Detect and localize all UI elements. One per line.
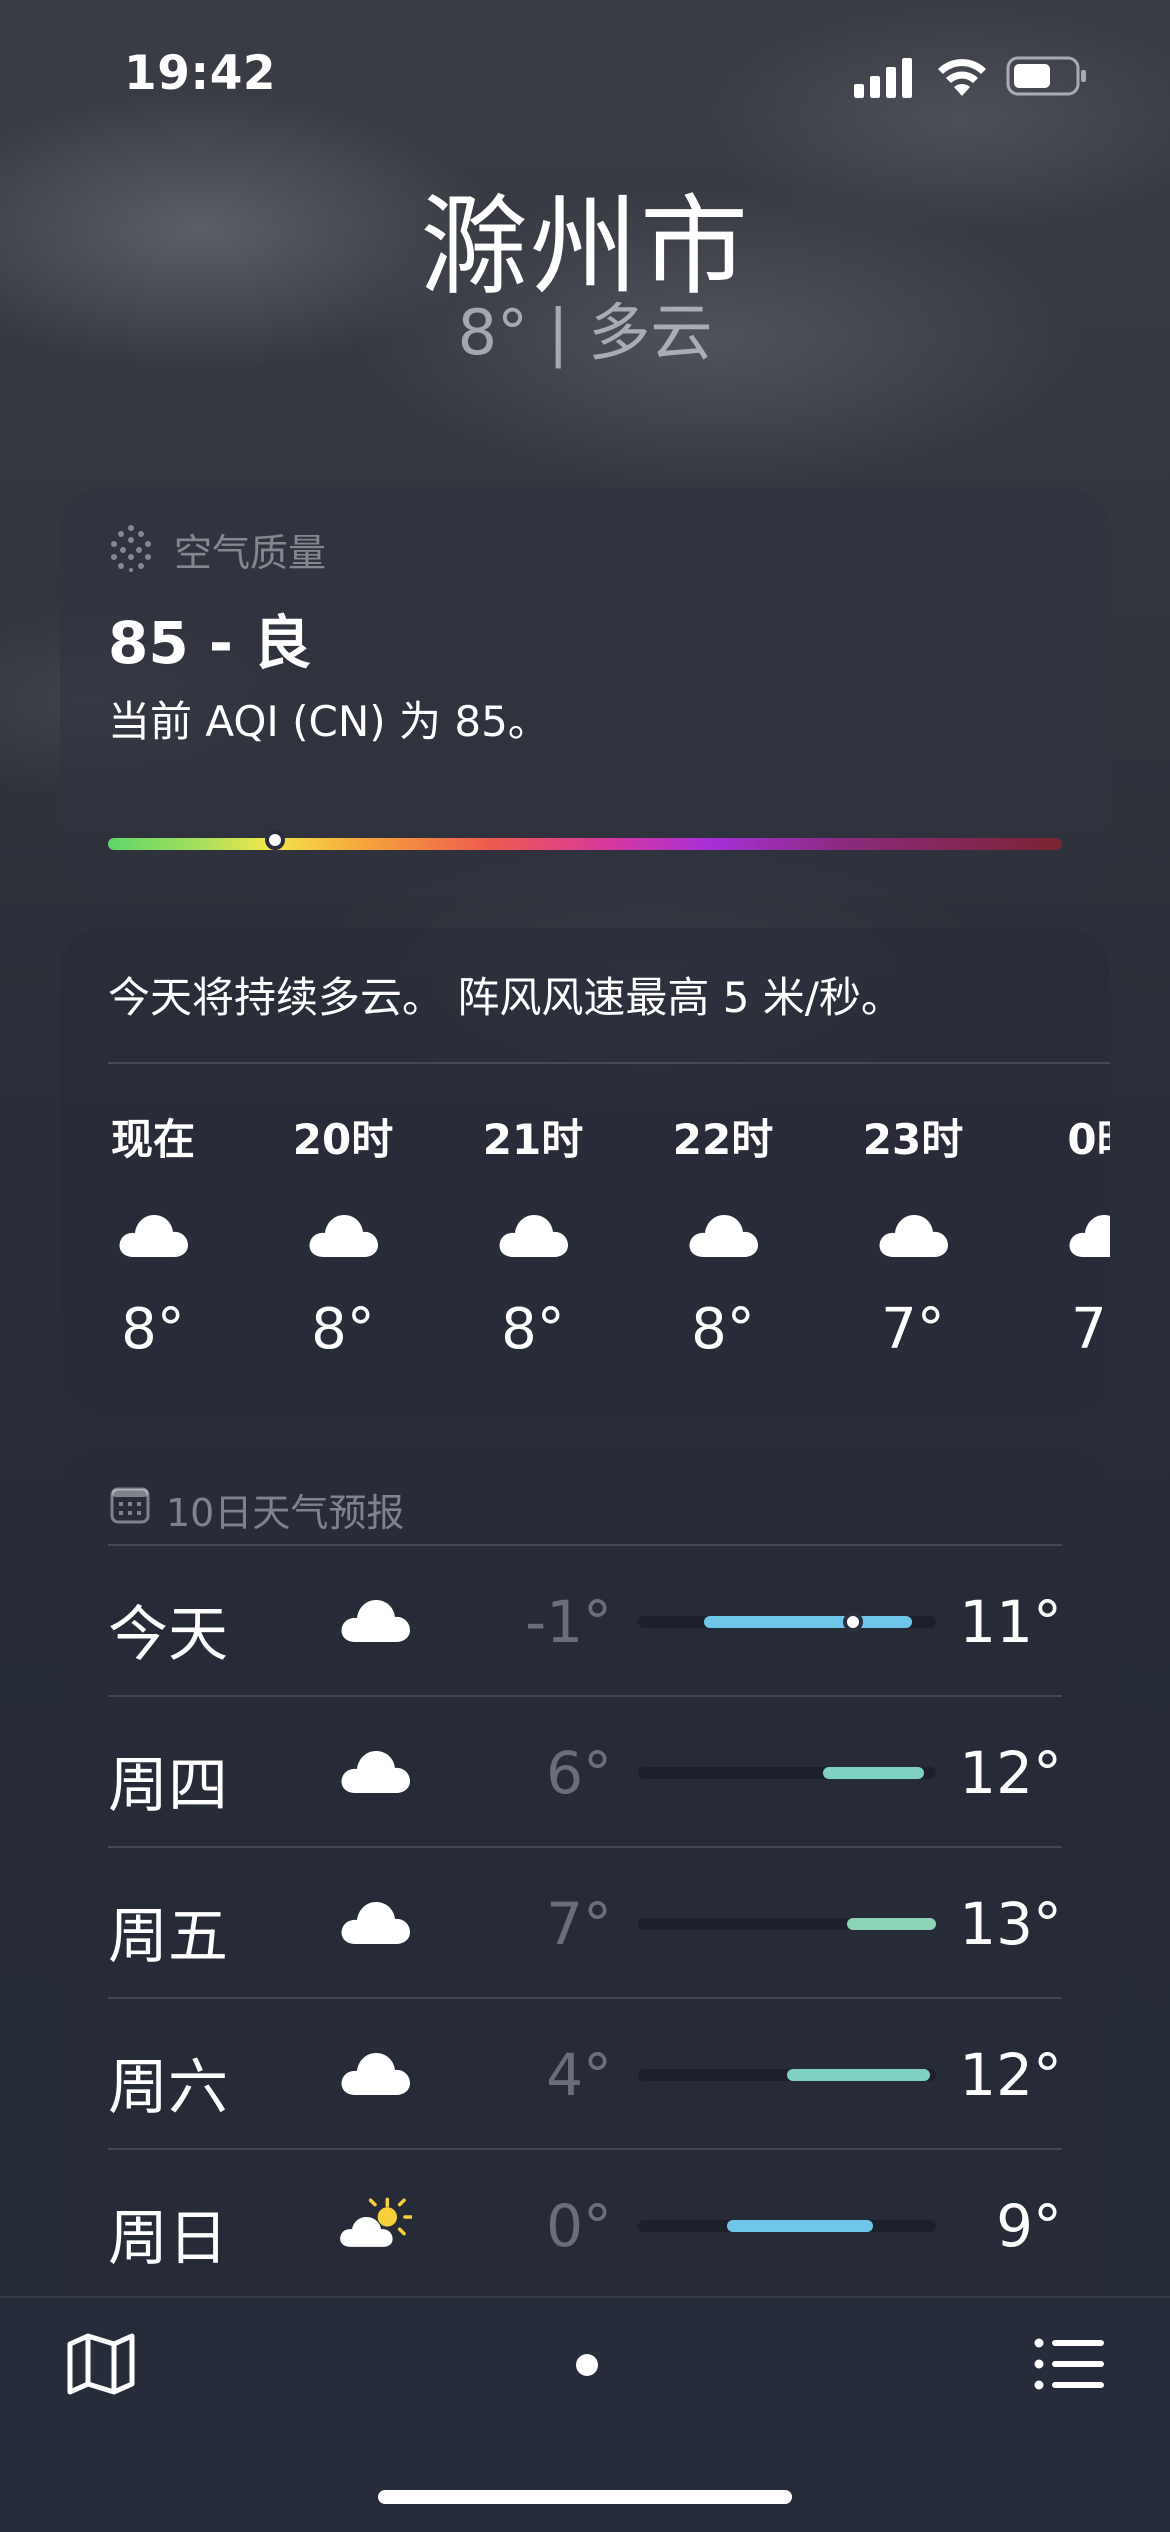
day-row[interactable]: 周四 6° 12° [108, 1697, 1062, 1847]
day-name: 周六 [108, 2053, 228, 2123]
cellular-signal-icon [854, 58, 912, 98]
hour-temp: 7° [1071, 1297, 1110, 1362]
hourly-forecast-card[interactable]: 今天将持续多云。 阵风风速最高 5 米/秒。 现在 8° 20时 8° 21时 8° 22时… [60, 928, 1110, 1416]
hour-label: 22时 [672, 1115, 774, 1164]
day-name: 周日 [108, 2204, 228, 2274]
hour-label: 23时 [862, 1115, 964, 1164]
cloud-icon [338, 1892, 412, 1952]
temp-range-track [638, 1612, 936, 1632]
hour-item: 0时 7° [1028, 1106, 1110, 1362]
day-high-temp: 11° [959, 1588, 1062, 1656]
cloud-icon [116, 1209, 190, 1261]
day-name: 今天 [108, 1600, 228, 1670]
hour-temp: 8° [121, 1297, 185, 1362]
day-row[interactable]: 周日 0° 9° [108, 2150, 1062, 2300]
temp-range-track [638, 1918, 936, 1930]
page-indicator-dot[interactable] [576, 2354, 598, 2376]
list-icon[interactable] [1034, 2338, 1104, 2390]
day-high-temp: 12° [959, 1739, 1062, 1807]
cloud-icon [686, 1209, 760, 1261]
hour-label: 20时 [292, 1115, 394, 1164]
day-low-temp: -1° [525, 1588, 612, 1656]
air-quality-label: 空气质量 [174, 531, 327, 575]
aqi-scale-bar [108, 838, 1062, 850]
hour-item: 21时 8° [458, 1106, 608, 1362]
cloud-icon [876, 1209, 950, 1261]
day-low-temp: 0° [546, 2192, 612, 2260]
hour-temp: 8° [691, 1297, 755, 1362]
hour-label: 0时 [1067, 1115, 1110, 1164]
map-icon[interactable] [66, 2332, 136, 2396]
hour-item: 20时 8° [268, 1106, 418, 1362]
hour-label: 21时 [482, 1115, 584, 1164]
air-quality-card[interactable]: 空气质量 85 - 良 当前 AQI (CN) 为 85。 [60, 488, 1110, 898]
aqi-description: 当前 AQI (CN) 为 85。 [108, 697, 550, 746]
cloud-icon [306, 1209, 380, 1261]
current-temp-dot [842, 1612, 863, 1632]
hour-temp: 8° [501, 1297, 565, 1362]
temp-range-bar [703, 1616, 913, 1628]
hour-label: 现在 [110, 1115, 195, 1164]
aqi-value: 85 - 良 [108, 609, 312, 677]
hour-temp: 7° [881, 1297, 945, 1362]
hour-item: 23时 7° [838, 1106, 988, 1362]
cloud-icon [338, 1741, 412, 1801]
day-low-temp: 6° [546, 1739, 612, 1807]
temp-range-bar [727, 2220, 874, 2232]
hour-item: 22时 8° [648, 1106, 798, 1362]
home-indicator[interactable] [378, 2490, 792, 2504]
day-high-temp: 9° [996, 2192, 1062, 2260]
temp-range-track [638, 2069, 936, 2081]
partly-sunny-icon [338, 2194, 413, 2254]
day-high-temp: 13° [959, 1890, 1062, 1958]
calendar-icon [110, 1487, 150, 1524]
day-name: 周四 [108, 1751, 228, 1821]
cloud-icon [338, 1590, 412, 1650]
aqi-scale-marker [264, 830, 285, 850]
current-conditions: 8° | 多云 [457, 296, 713, 369]
hour-item: 现在 8° [78, 1106, 228, 1362]
day-low-temp: 7° [546, 1890, 612, 1958]
temp-range-bar [846, 1918, 936, 1930]
temp-range-bar [787, 2069, 931, 2081]
day-row[interactable]: 周五 7° 13° [108, 1848, 1062, 1998]
temp-range-bar [822, 1767, 925, 1779]
day-row[interactable]: 周六 4° 12° [108, 1999, 1062, 2149]
cloud-icon [338, 2043, 412, 2103]
day-name: 周五 [108, 1902, 228, 1972]
ten-day-label: 10日天气预报 [166, 1491, 405, 1535]
day-row[interactable]: 今天 -1° 11° [108, 1546, 1062, 1696]
hour-temp: 8° [311, 1297, 375, 1362]
wifi-icon [938, 59, 986, 96]
cloud-icon [1066, 1209, 1110, 1261]
air-quality-icon [111, 525, 151, 572]
temp-range-track [638, 2220, 936, 2232]
day-high-temp: 12° [959, 2041, 1062, 2109]
battery-icon [1006, 56, 1086, 96]
temp-range-track [638, 1767, 936, 1779]
status-time: 19:42 [124, 46, 277, 101]
day-low-temp: 4° [546, 2041, 612, 2109]
hourly-summary: 今天将持续多云。 阵风风速最高 5 米/秒。 [108, 973, 903, 1022]
cloud-icon [496, 1209, 570, 1261]
divider [108, 1062, 1110, 1064]
